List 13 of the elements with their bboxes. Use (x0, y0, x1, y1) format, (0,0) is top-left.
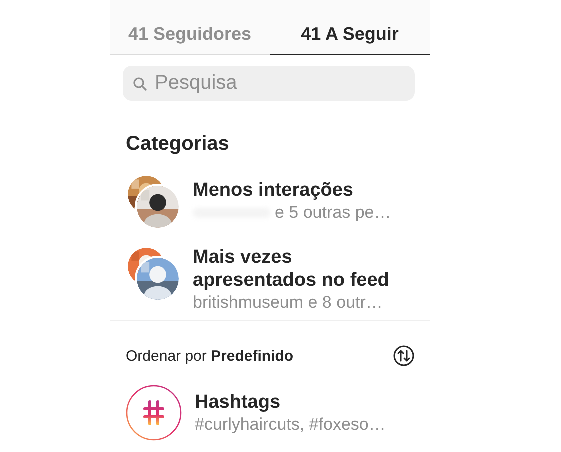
category-subtitle: britishmuseum e 8 outr… (193, 292, 383, 314)
hashtag-icon (126, 385, 182, 441)
category-subtitle: e 5 outras pe… (275, 202, 392, 224)
category-title[interactable]: Menos interações (193, 178, 403, 202)
hashtags-title[interactable]: Hashtags (195, 390, 405, 414)
category-title[interactable]: Mais vezes apresentados no feed (193, 246, 403, 292)
section-heading: Categorias (126, 133, 230, 156)
hashtags-subtitle: #curlyhaircuts, #foxeso… (195, 414, 387, 436)
search-field[interactable]: Pesquisa (123, 66, 415, 101)
sort-button[interactable] (393, 345, 415, 367)
sort-label: Ordenar por Predefinido (126, 348, 294, 364)
search-icon (133, 77, 147, 91)
tab[interactable]: 41 A Seguir (270, 20, 430, 55)
